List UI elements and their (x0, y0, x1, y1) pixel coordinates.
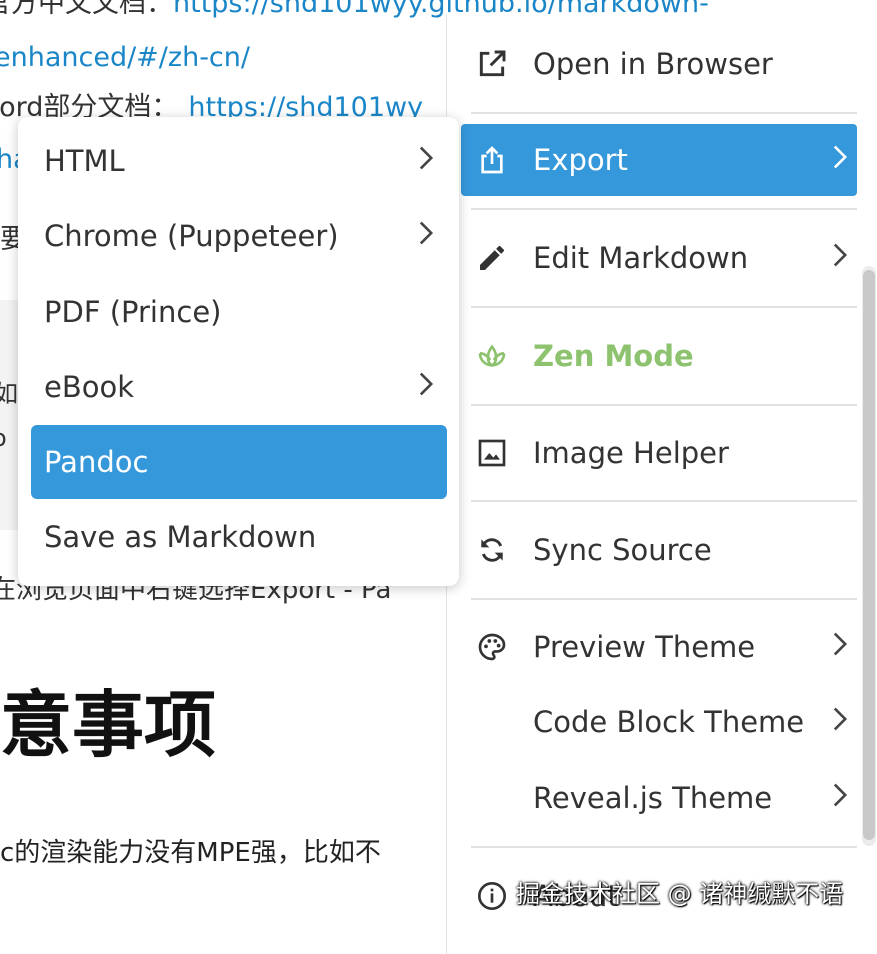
menu-item-sync-source[interactable]: Sync Source (461, 514, 857, 586)
submenu-item-chrome-puppeteer[interactable]: Chrome (Puppeteer) (31, 199, 447, 273)
watermark: 掘金技术社区 @ 诸神缄默不语 (516, 880, 844, 908)
menu-item-preview-theme[interactable]: Preview Theme (461, 611, 857, 683)
chevron-right-icon (831, 630, 853, 664)
menu-item-zen-mode[interactable]: Zen Mode (461, 320, 857, 392)
section-heading: 意事项 (0, 683, 217, 767)
palette-icon (475, 630, 509, 664)
menu-separator (471, 306, 857, 308)
chevron-right-icon (831, 241, 853, 275)
menu-scrollbar-thumb[interactable] (863, 270, 875, 840)
submenu-item-ebook[interactable]: eBook (31, 350, 447, 424)
menu-item-edit-markdown[interactable]: Edit Markdown (461, 222, 857, 294)
doc-line-2: enhanced/#/zh-cn/ (0, 42, 250, 74)
menu-item-export[interactable]: Export (461, 124, 857, 196)
chevron-right-icon (417, 370, 447, 404)
external-link-icon (475, 47, 509, 81)
menu-item-image-helper[interactable]: Image Helper (461, 417, 857, 489)
menu-separator (471, 598, 857, 600)
menu-item-code-block-theme[interactable]: Code Block Theme (461, 686, 857, 758)
sync-icon (475, 533, 509, 567)
image-icon (475, 436, 509, 470)
pencil-icon (475, 241, 509, 275)
menu-separator (471, 208, 857, 210)
chevron-right-icon (831, 705, 853, 739)
export-submenu: HTML Chrome (Puppeteer) PDF (Prince) eBo… (18, 117, 459, 586)
share-upload-icon (475, 143, 509, 177)
lotus-icon (475, 339, 509, 373)
menu-item-revealjs-theme[interactable]: Reveal.js Theme (461, 762, 857, 834)
menu-separator (471, 404, 857, 406)
submenu-item-pandoc[interactable]: Pandoc (31, 425, 447, 499)
doc-link-2[interactable]: enhanced/#/zh-cn/ (0, 42, 250, 73)
context-menu: Open in Browser Export Edit Markdown Zen… (446, 14, 877, 954)
chevron-right-icon (831, 143, 853, 177)
info-icon (475, 879, 509, 913)
submenu-item-save-as-markdown[interactable]: Save as Markdown (31, 500, 447, 574)
menu-item-open-in-browser[interactable]: Open in Browser (461, 28, 857, 100)
menu-separator (471, 500, 857, 502)
doc-paragraph: c的渲染能力没有MPE强，比如不 (0, 838, 381, 868)
submenu-item-pdf-prince[interactable]: PDF (Prince) (31, 275, 447, 349)
chevron-right-icon (417, 219, 447, 253)
menu-separator (471, 846, 857, 848)
menu-separator (471, 112, 857, 114)
chevron-right-icon (417, 144, 447, 178)
submenu-item-html[interactable]: HTML (31, 124, 447, 198)
chevron-right-icon (831, 781, 853, 815)
